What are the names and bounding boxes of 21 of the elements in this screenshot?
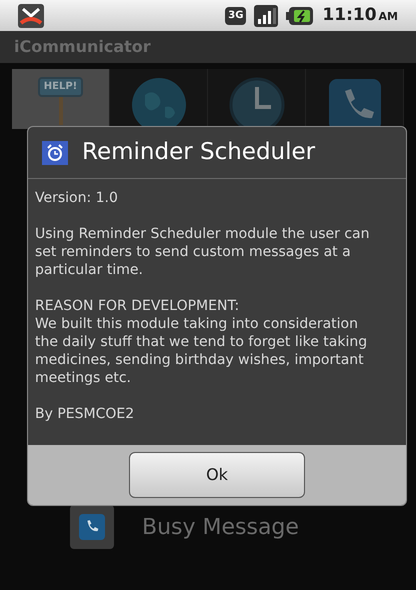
missed-call-icon <box>18 4 44 28</box>
dialog-title: Reminder Scheduler <box>82 138 316 168</box>
network-type-icon: 3G <box>225 6 246 24</box>
clock-time: 11:10 AM <box>322 4 398 27</box>
tab[interactable]: HELP! <box>12 69 110 129</box>
dialog-text: REASON FOR DEVELOPMENT: We built this module taking into consideration the daily stuff that we tend to forget like taking medicines, sending birthday wishes, important meetings etc. <box>35 297 368 387</box>
dialog-text: Version: 1.0 <box>35 189 119 207</box>
tab[interactable] <box>306 69 404 129</box>
battery-charging-icon <box>286 6 314 26</box>
ok-button[interactable]: Ok <box>129 452 305 498</box>
dialog-text: By PESMCOE2 <box>35 405 136 423</box>
app-title: iCommunicator <box>14 36 151 58</box>
list-item-label: Busy Message <box>142 514 299 542</box>
tab[interactable] <box>208 69 306 129</box>
signal-icon <box>254 4 278 26</box>
dialog-text: Using Reminder Scheduler module the user can set reminders to send custom messages at a particular time. <box>35 225 370 279</box>
phone-icon <box>326 77 382 129</box>
list-item[interactable]: Busy Message <box>12 502 404 552</box>
alarm-clock-icon <box>42 140 68 164</box>
tab[interactable] <box>110 69 208 129</box>
clock-icon <box>228 77 284 129</box>
